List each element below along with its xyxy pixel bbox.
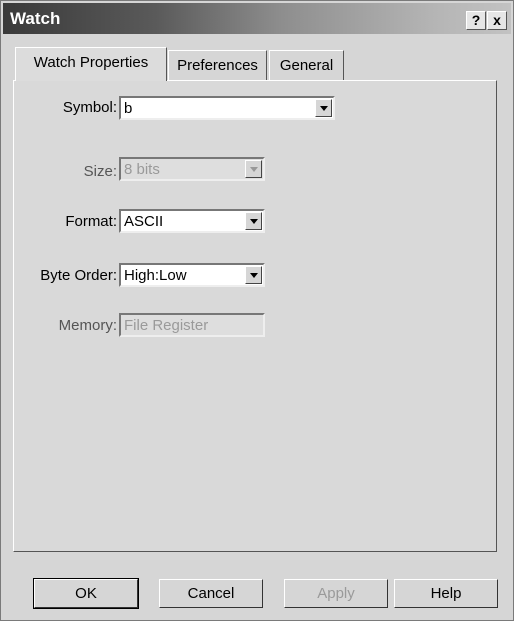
memory-label: Memory: [58,317,117,334]
symbol-value[interactable]: b [124,100,132,117]
window-title: Watch [10,9,61,28]
size-dropdown-arrow-icon [245,160,262,178]
tab-watch-properties[interactable]: Watch Properties [15,47,167,81]
memory-field: File Register [119,313,265,337]
byte-order-combo[interactable]: High:Low [119,263,265,287]
tab-preferences[interactable]: Preferences [168,50,267,80]
help-dialog-button[interactable]: Help [394,579,498,608]
symbol-combo[interactable]: b [119,96,335,120]
memory-value: File Register [124,317,209,334]
close-button[interactable]: x [487,11,507,30]
watch-dialog: Watch ? x Watch Properties Preferences G… [0,0,514,621]
format-combo[interactable]: ASCII [119,209,265,233]
byte-order-value[interactable]: High:Low [124,267,187,284]
ok-button[interactable]: OK [33,578,139,609]
symbol-label: Symbol: [62,99,117,116]
apply-button[interactable]: Apply [284,579,388,608]
byte-order-label: Byte Order: [40,267,117,284]
size-label: Size: [83,163,117,180]
size-combo: 8 bits [119,157,265,181]
format-label: Format: [65,213,117,230]
format-dropdown-arrow-icon[interactable] [245,212,262,230]
format-value[interactable]: ASCII [124,213,163,230]
title-bar[interactable]: Watch ? x [3,3,511,34]
byte-order-dropdown-arrow-icon[interactable] [245,266,262,284]
help-button[interactable]: ? [466,11,486,30]
tab-general[interactable]: General [269,50,344,80]
size-value: 8 bits [124,161,160,178]
cancel-button[interactable]: Cancel [159,579,263,608]
symbol-dropdown-arrow-icon[interactable] [315,99,332,117]
